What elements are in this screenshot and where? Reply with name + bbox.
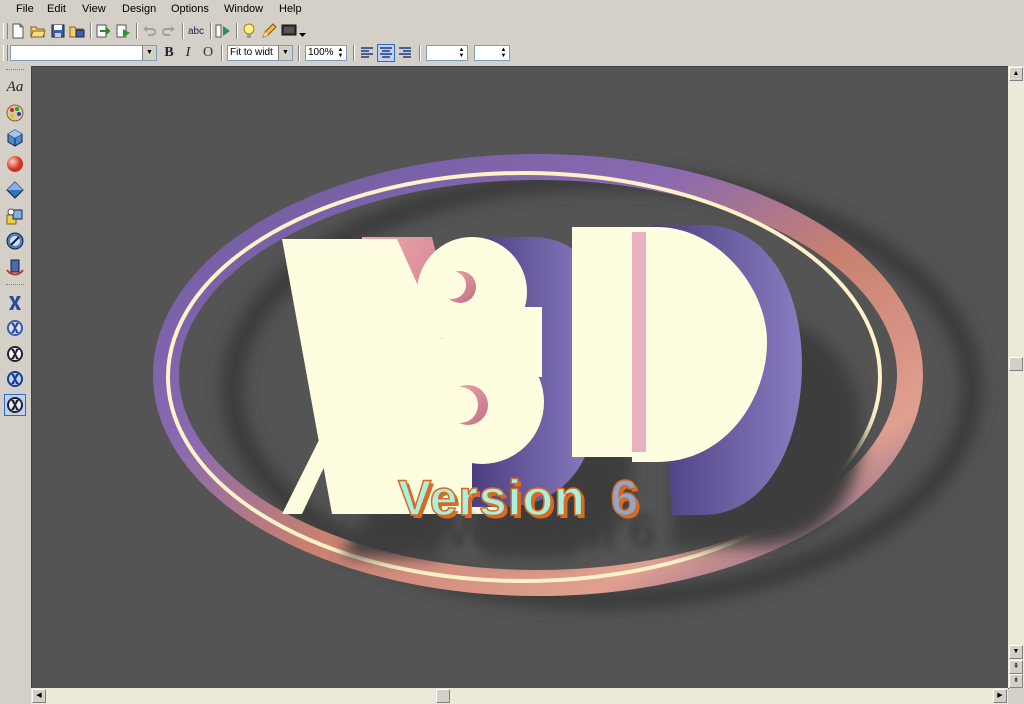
open-icon[interactable] [29, 22, 47, 40]
spellcheck-icon[interactable]: abc [187, 22, 205, 40]
navigation-icon[interactable] [4, 230, 26, 252]
standard-toolbar: abc [0, 20, 1024, 44]
bold-button[interactable]: B [160, 44, 178, 62]
x3d-node-dark-icon[interactable] [4, 343, 26, 365]
import-icon[interactable] [94, 22, 112, 40]
fit-combo[interactable]: Fit to widt ▼ [227, 45, 293, 61]
align-center-icon[interactable] [377, 44, 395, 62]
horizontal-scrollbar[interactable]: ◀ ▶ [31, 688, 1008, 704]
version-number: 6 [610, 469, 640, 527]
shapes-icon[interactable] [4, 205, 26, 227]
menu-edit[interactable]: Edit [47, 3, 66, 15]
vertical-scrollbar[interactable]: ▲ ▼ ⇞ ⇟ [1008, 66, 1024, 688]
monitor-icon[interactable] [280, 22, 298, 40]
size-spinner-1[interactable]: ▲ ▼ [426, 45, 468, 61]
horizontal-scroll-thumb[interactable] [436, 689, 450, 703]
save-all-icon[interactable] [68, 22, 86, 40]
vertical-scroll-thumb[interactable] [1009, 357, 1023, 371]
scroll-right-icon[interactable]: ▶ [993, 689, 1007, 703]
x3d-node-blue-icon[interactable] [4, 368, 26, 390]
diamond-icon[interactable] [4, 179, 26, 201]
menu-bar: File Edit View Design Options Window Hel… [0, 0, 1024, 19]
version-word: Version [397, 469, 586, 527]
spin-arrows-icon[interactable]: ▲ ▼ [457, 47, 466, 59]
toolbar-grip[interactable] [3, 45, 8, 61]
menu-window[interactable]: Window [224, 3, 263, 15]
page-down-icon[interactable]: ⇟ [1009, 674, 1023, 688]
palette-grip[interactable] [6, 69, 24, 72]
menu-design[interactable]: Design [122, 3, 156, 15]
menu-file[interactable]: File [16, 3, 34, 15]
x3d-node-ring-icon[interactable] [4, 317, 26, 339]
x3d-node-selected-icon[interactable] [4, 394, 26, 416]
style-combo[interactable]: ▼ [10, 45, 157, 61]
format-toolbar: ▼ B I O Fit to widt ▼ 100% ▲ ▼ ▲ ▼ ▲ ▼ [0, 42, 1024, 64]
align-right-icon[interactable] [396, 44, 414, 62]
tool-palette: Aa [0, 66, 31, 704]
sphere-icon[interactable] [4, 153, 26, 175]
x3d-logo: Version 6 [153, 154, 983, 610]
page-up-icon[interactable]: ⇞ [1009, 660, 1023, 674]
x3d-node-icon[interactable] [4, 292, 26, 314]
text-tool[interactable]: Aa [4, 76, 26, 98]
toolbar-grip[interactable] [3, 23, 8, 39]
design-canvas[interactable]: Version 6 Version 6 [31, 66, 1009, 689]
scroll-left-icon[interactable]: ◀ [32, 689, 46, 703]
transform-icon[interactable] [4, 256, 26, 278]
save-icon[interactable] [49, 22, 67, 40]
redo-icon[interactable] [160, 22, 178, 40]
menu-view[interactable]: View [82, 3, 106, 15]
preview-icon[interactable] [214, 22, 232, 40]
undo-icon[interactable] [140, 22, 158, 40]
bulb-icon[interactable] [240, 22, 258, 40]
outline-button[interactable]: O [199, 44, 217, 62]
scroll-down-icon[interactable]: ▼ [1009, 645, 1023, 659]
chevron-down-icon[interactable]: ▼ [142, 46, 156, 60]
palette-colors-icon[interactable] [4, 102, 26, 124]
new-file-icon[interactable] [9, 22, 27, 40]
size-spinner-2[interactable]: ▲ ▼ [474, 45, 510, 61]
menu-help[interactable]: Help [279, 3, 302, 15]
spin-arrows-icon[interactable]: ▲ ▼ [336, 47, 345, 59]
menu-options[interactable]: Options [171, 3, 209, 15]
cube-icon[interactable] [4, 127, 26, 149]
pencil-icon[interactable] [260, 22, 278, 40]
run-icon[interactable] [114, 22, 132, 40]
align-left-icon[interactable] [358, 44, 376, 62]
scroll-up-icon[interactable]: ▲ [1009, 67, 1023, 81]
chevron-down-icon[interactable]: ▼ [278, 46, 292, 60]
zoom-spinner[interactable]: 100% ▲ ▼ [305, 45, 347, 61]
italic-button[interactable]: I [179, 44, 197, 62]
palette-separator [6, 284, 24, 287]
spin-arrows-icon[interactable]: ▲ ▼ [499, 47, 508, 59]
version-label: Version 6 [397, 469, 640, 527]
